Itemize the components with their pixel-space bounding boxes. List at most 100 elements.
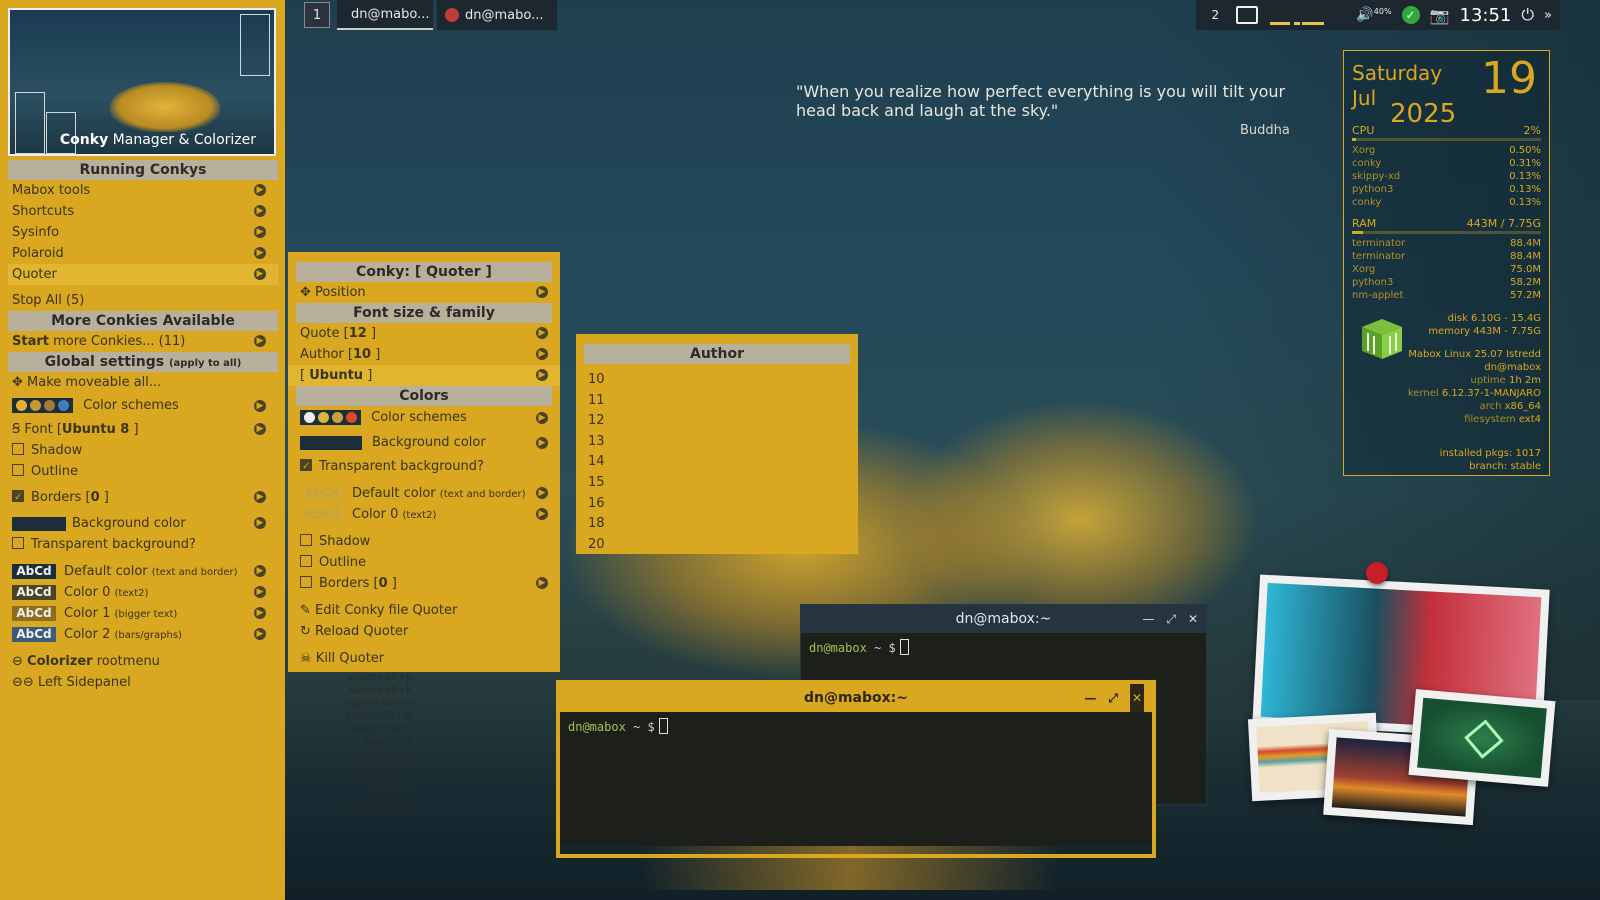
author-size-option[interactable]: 13 xyxy=(576,432,858,453)
checkbox-icon xyxy=(300,534,312,546)
color2-item[interactable]: AbCd Color 2 (bars/graphs) ▶ xyxy=(8,624,278,645)
color0-item[interactable]: AbCd Color 0 (text2) ▶ xyxy=(288,504,560,525)
global-settings-header: Global settings (apply to all) xyxy=(8,352,278,372)
running-conky-item[interactable]: Mabox tools ▶ xyxy=(8,180,278,201)
author-size-option[interactable]: 12 xyxy=(576,411,858,432)
terminal-titlebar[interactable]: dn@mabox:~ — ⤢ ✕ xyxy=(560,684,1152,712)
packages-value: 1017 xyxy=(1515,448,1541,459)
show-desktop-icon[interactable] xyxy=(1236,6,1259,24)
author-size-option[interactable]: 10 xyxy=(576,370,858,391)
arch-label: arch xyxy=(1479,401,1502,412)
shadow-checkbox[interactable]: Shadow xyxy=(288,531,560,552)
edit-conky-item[interactable]: ✎ Edit Conky file Quoter xyxy=(288,600,560,621)
taskbar-task-terminal[interactable]: dn@mabo... xyxy=(437,0,557,30)
cpu-graph[interactable] xyxy=(1268,5,1346,25)
default-color-item[interactable]: AbCd Default color (text and border) ▶ xyxy=(288,483,560,504)
make-moveable-item[interactable]: ✥ Make moveable all... xyxy=(8,372,278,393)
running-conky-item[interactable]: Sysinfo ▶ xyxy=(8,222,278,243)
default-color-item[interactable]: AbCd Default color (text and border) ▶ xyxy=(8,561,278,582)
power-icon[interactable]: ⏻ xyxy=(1521,5,1534,25)
terminal-body[interactable]: dn@mabox ~ $ xyxy=(560,712,1152,846)
outline-checkbox[interactable]: Outline xyxy=(288,552,560,573)
transparent-checkbox[interactable]: Transparent background? xyxy=(8,534,278,555)
start-more-item[interactable]: Start more Conkies... (11) ▶ xyxy=(8,331,278,352)
author-size-option[interactable]: 11 xyxy=(576,391,858,412)
author-size-item[interactable]: Author [10 ] ▶ xyxy=(288,344,560,365)
running-conky-item[interactable]: Shortcuts ▶ xyxy=(8,201,278,222)
color0-label: Color 0 xyxy=(352,507,399,522)
running-conky-item[interactable]: Polaroid ▶ xyxy=(8,243,278,264)
color1-label: Color 1 xyxy=(64,606,111,621)
update-status-icon[interactable]: ✓ xyxy=(1401,6,1420,24)
cpu-label: CPU xyxy=(1352,124,1375,137)
submenu-arrow-icon: ▶ xyxy=(254,335,266,347)
screenshot-icon[interactable]: 📷 xyxy=(1430,6,1450,25)
ram-value: 443M / 7.75G xyxy=(1466,217,1541,230)
shortcut-key: super+PrtScr xyxy=(345,799,412,811)
filesystem-row: filesystem ext4 xyxy=(1464,414,1541,425)
author-size-option[interactable]: 16 xyxy=(576,494,858,515)
author-size-option[interactable]: 20 xyxy=(576,535,858,556)
borders-item[interactable]: Borders [0 ]▶ xyxy=(8,487,278,508)
background-color-item[interactable]: Background color ▶ xyxy=(288,430,560,456)
clock[interactable]: 13:51 xyxy=(1460,5,1512,26)
color1-item[interactable]: AbCd Color 1 (bigger text) ▶ xyxy=(8,603,278,624)
color-schemes-item[interactable]: Color schemes ▶ xyxy=(8,393,278,419)
minimize-icon[interactable]: — xyxy=(1084,684,1096,712)
font-icon: Ꞩ xyxy=(12,422,21,437)
reload-item[interactable]: ↻ Reload Quoter xyxy=(288,621,560,642)
workspace-button[interactable]: 1 xyxy=(304,2,330,28)
global-settings-note: (apply to all) xyxy=(168,358,242,369)
volume-level: 40% xyxy=(1373,7,1392,16)
color-schemes-label: Color schemes xyxy=(83,398,179,413)
taskbar-task-terminal[interactable]: dn@mabo... xyxy=(337,0,433,30)
author-size-option[interactable]: 15 xyxy=(576,473,858,494)
color0-note: (text2) xyxy=(114,588,149,599)
quote-size-item[interactable]: Quote [12 ] ▶ xyxy=(288,323,560,344)
transparent-checkbox[interactable]: Transparent background? xyxy=(288,456,560,477)
outline-checkbox[interactable]: Outline xyxy=(8,461,278,482)
font-item[interactable]: Ꞩ Font [Ubuntu 8 ] ▶ xyxy=(8,419,278,440)
close-icon[interactable]: ✕ xyxy=(1188,605,1198,633)
author-size-option[interactable]: 14 xyxy=(576,452,858,473)
background-color-item[interactable]: Background color ▶ xyxy=(8,513,278,534)
color-preview: AbCd xyxy=(12,606,56,621)
process-value: 0.50% xyxy=(1509,145,1541,156)
workspace-indicator[interactable]: 2 xyxy=(1204,4,1226,26)
move-icon: ✥ xyxy=(12,375,23,390)
running-conky-label: Shortcuts xyxy=(12,204,75,219)
volume-icon[interactable]: 🔊40% xyxy=(1356,7,1391,23)
author-size-option[interactable]: 18 xyxy=(576,514,858,535)
stop-all-item[interactable]: Stop All (5) xyxy=(8,290,278,311)
maximize-icon[interactable]: ⤢ xyxy=(1166,605,1176,633)
close-icon[interactable]: ✕ xyxy=(1129,684,1144,712)
terminal-user: dn@mabox xyxy=(568,720,626,734)
colorizer-rootmenu-item[interactable]: ⊖ Colorizer rootmenu xyxy=(8,651,278,672)
global-settings-title: Global settings xyxy=(44,354,165,370)
position-item[interactable]: ✥ Position ▶ xyxy=(288,282,560,303)
maximize-icon[interactable]: ⤢ xyxy=(1108,684,1118,712)
minimize-icon[interactable]: — xyxy=(1142,605,1154,633)
kill-item[interactable]: ☠ Kill Quoter xyxy=(288,648,560,669)
expand-tray-icon[interactable]: » xyxy=(1544,8,1552,23)
running-conky-item[interactable]: Quoter ▶ xyxy=(8,264,278,285)
terminal-title: dn@mabox:~ xyxy=(955,611,1052,627)
cpu-value: 2% xyxy=(1523,124,1541,137)
font-family-item[interactable]: [ Ubuntu ] ▶ xyxy=(288,365,560,386)
uptime-label: uptime xyxy=(1470,375,1506,386)
borders-item[interactable]: Borders [0 ]▶ xyxy=(288,573,560,594)
terminal-window-active[interactable]: dn@mabox:~ — ⤢ ✕ dn@mabox ~ $ xyxy=(556,680,1156,858)
checkbox-icon xyxy=(12,464,24,476)
submenu-arrow-icon: ▶ xyxy=(536,348,548,360)
shadow-checkbox[interactable]: Shadow xyxy=(8,440,278,461)
outline-label: Outline xyxy=(31,464,79,479)
shortcut-key: super+F1 xyxy=(363,735,412,747)
position-label: Position xyxy=(315,285,366,300)
color0-item[interactable]: AbCd Color 0 (text2) ▶ xyxy=(8,582,278,603)
terminal-titlebar[interactable]: dn@mabox:~ — ⤢ ✕ xyxy=(801,605,1206,633)
arch-value: x86_64 xyxy=(1504,401,1541,412)
color-schemes-item[interactable]: Color schemes ▶ xyxy=(288,406,560,430)
shortcut-key: super+alt+k xyxy=(348,684,412,696)
color-swatch xyxy=(12,516,66,531)
submenu-arrow-icon: ▶ xyxy=(536,508,548,520)
